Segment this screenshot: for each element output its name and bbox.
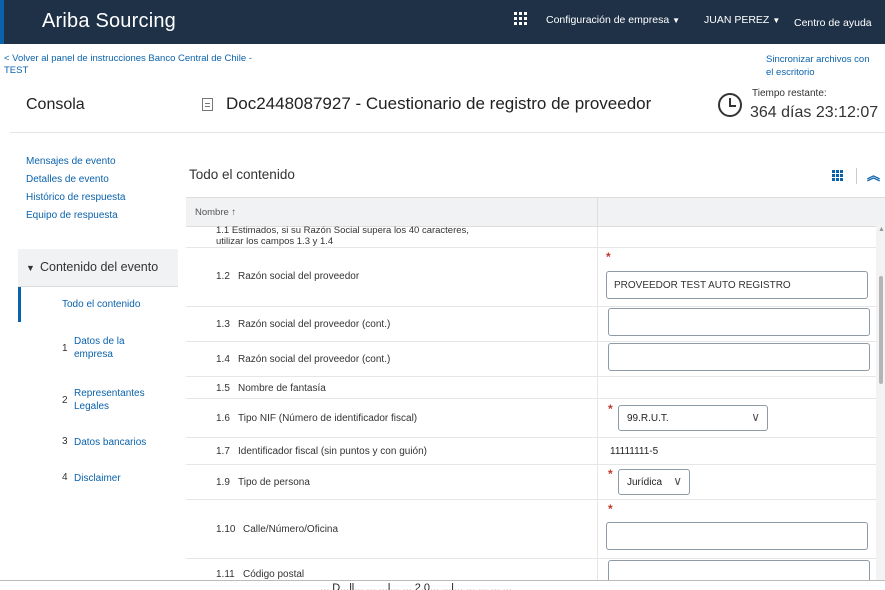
supplier-name-cont-input-1[interactable] <box>608 308 870 336</box>
table-row: 1.6 Tipo NIF (Número de identificador fi… <box>186 399 876 438</box>
clock-icon <box>718 93 742 117</box>
table-row: 1.10 Calle/Número/Oficina * <box>186 500 876 559</box>
sidebar-item-bank-data[interactable]: 3 Datos bancarios <box>18 433 178 451</box>
table-row: 1.3 Razón social del proveedor (cont.) <box>186 307 876 342</box>
required-marker: * <box>606 250 611 264</box>
sync-files-link[interactable]: Sincronizar archivos con el escritorio <box>766 53 876 79</box>
tax-id-value: 11111111-5 <box>610 446 659 457</box>
chevron-down-icon: ∨ <box>751 410 760 424</box>
event-details-link[interactable]: Detalles de evento <box>26 171 126 189</box>
back-to-dashboard-link[interactable]: < Volver al panel de instrucciones Banco… <box>4 53 274 77</box>
apps-grid-icon[interactable] <box>514 12 527 25</box>
content-title: Todo el contenido <box>189 167 295 182</box>
supplier-name-cont-input-2[interactable] <box>608 343 870 371</box>
company-settings-menu[interactable]: Configuración de empresa ▼ <box>546 14 680 26</box>
user-menu[interactable]: JUAN PEREZ ▼ <box>704 14 780 26</box>
tax-id-type-select[interactable]: 99.R.U.T. ∨ <box>618 405 768 431</box>
sidebar-item-company-data[interactable]: 1 Datos de la empresa <box>18 331 178 363</box>
brand-logo[interactable]: Ariba Sourcing <box>42 10 176 33</box>
required-marker: * <box>608 502 613 516</box>
required-marker: * <box>608 467 613 481</box>
table-row: 1.4 Razón social del proveedor (cont.) <box>186 342 876 377</box>
event-contents-panel: ▼ Contenido del evento Todo el contenido… <box>18 249 178 580</box>
table-row: 1.2 Razón social del proveedor * PROVEED… <box>186 248 876 307</box>
divider <box>856 168 857 184</box>
header-divider <box>10 132 885 133</box>
console-links: Mensajes de evento Detalles de evento Hi… <box>26 153 126 225</box>
chevron-down-icon: ∨ <box>673 474 682 488</box>
response-team-link[interactable]: Equipo de respuesta <box>26 207 126 225</box>
collapse-up-icon[interactable]: ︽ <box>867 165 880 184</box>
scrollbar-thumb[interactable] <box>879 276 883 384</box>
sidebar-item-legal-representatives[interactable]: 2 Representantes Legales <box>18 383 178 415</box>
event-messages-link[interactable]: Mensajes de evento <box>26 153 126 171</box>
time-remaining-label: Tiempo restante: <box>752 88 827 99</box>
sidebar-item-disclaimer[interactable]: 4 Disclaimer <box>18 469 178 487</box>
table-row: 1.5 Nombre de fantasía <box>186 377 876 399</box>
table-header: Nombre ↑ <box>186 198 885 227</box>
table-row: 1.7 Identificador fiscal (sin puntos y c… <box>186 438 876 465</box>
page-title: Doc2448087927 - Cuestionario de registro… <box>226 94 652 113</box>
column-header-name[interactable]: Nombre ↑ <box>195 207 236 218</box>
supplier-name-input[interactable]: PROVEEDOR TEST AUTO REGISTRO <box>606 271 868 299</box>
scroll-up-icon[interactable]: ▲ <box>878 226 885 233</box>
chevron-down-icon: ▼ <box>672 16 681 25</box>
event-contents-header[interactable]: ▼ Contenido del evento <box>18 249 178 287</box>
time-remaining-value: 364 días 23:12:07 <box>750 104 879 121</box>
bottom-partial-text: ... D...ll... ... ...l... ... 2.0... ...… <box>320 582 512 590</box>
table-view-icon[interactable] <box>832 170 845 181</box>
sidebar-item-all-content[interactable]: Todo el contenido <box>18 287 178 322</box>
questionnaire-table: Nombre ↑ 1.1 Estimados, si su Razón Soci… <box>186 197 885 590</box>
required-marker: * <box>608 402 613 416</box>
help-center-link[interactable]: Centro de ayuda <box>794 17 872 29</box>
triangle-down-icon: ▼ <box>26 263 35 273</box>
table-row: 1.1 Estimados, si su Razón Social supera… <box>186 225 876 248</box>
console-title: Consola <box>26 96 85 113</box>
response-history-link[interactable]: Histórico de respuesta <box>26 189 126 207</box>
top-bar: Ariba Sourcing Configuración de empresa ▼… <box>0 0 885 44</box>
person-type-select[interactable]: Jurídica ∨ <box>618 469 690 495</box>
document-icon <box>202 98 213 111</box>
chevron-down-icon: ▼ <box>772 16 781 25</box>
table-row: 1.9 Tipo de persona * Jurídica ∨ <box>186 465 876 500</box>
street-address-input[interactable] <box>606 522 868 550</box>
